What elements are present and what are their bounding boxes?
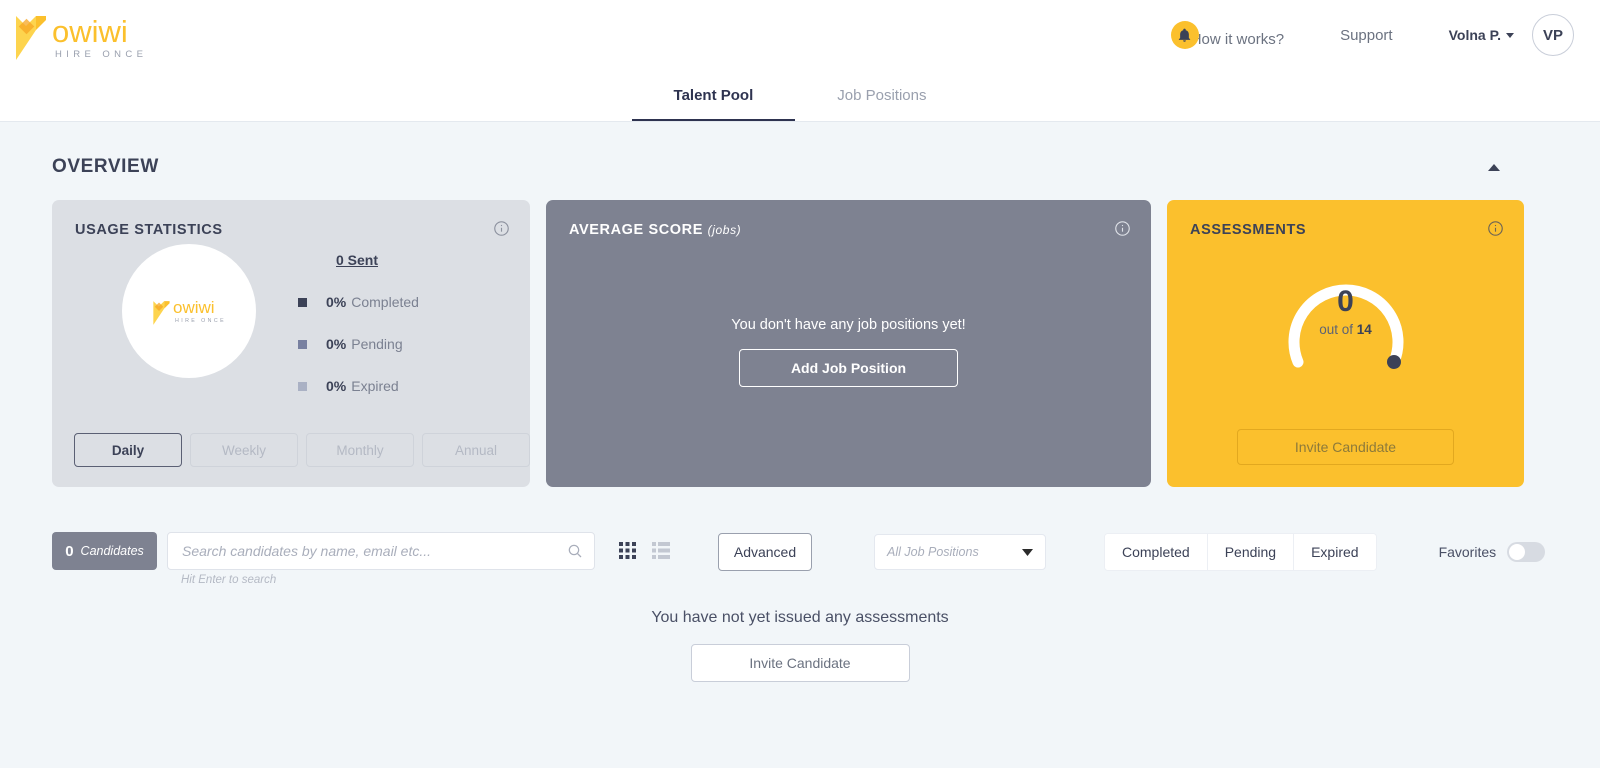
average-score-title-text: AVERAGE SCORE [569, 222, 704, 238]
status-filter-group: Completed Pending Expired [1104, 533, 1377, 571]
avatar[interactable]: VP [1532, 14, 1574, 56]
chevron-down-icon [1022, 545, 1033, 559]
info-icon[interactable] [493, 220, 510, 242]
status-completed-button[interactable]: Completed [1105, 534, 1208, 570]
usage-donut-chart: owiwi HIRE ONCE [122, 244, 256, 378]
search-hint-text: Hit Enter to search [181, 574, 277, 586]
header-right-cluster: How it works? Support Volna P. VP [1170, 0, 1574, 70]
legend-label-completed: Completed [351, 294, 419, 310]
owiwi-logo[interactable]: owiwi HIRE ONCE [14, 8, 147, 62]
usage-period-selector: Daily Weekly Monthly Annual [74, 433, 530, 467]
assessments-count-value: 0 [1337, 285, 1354, 318]
info-icon[interactable] [1487, 220, 1504, 242]
support-link[interactable]: Support [1340, 27, 1393, 44]
view-mode-switch [619, 542, 670, 564]
legend-percent-expired: 0% [326, 378, 347, 394]
legend-label-expired: Expired [351, 378, 399, 394]
invite-candidate-button[interactable]: Invite Candidate [690, 644, 910, 682]
main-tabs: Talent Pool Job Positions [0, 70, 1600, 122]
list-view-icon[interactable] [652, 542, 670, 564]
donut-logo-mark [153, 301, 170, 325]
average-score-card: AVERAGE SCORE (jobs) You don't have any … [546, 200, 1151, 487]
assessments-total-value: 14 [1356, 322, 1372, 337]
usage-legend: 0 Sent 0% Completed 0% Pending 0% Expire… [298, 244, 419, 394]
legend-swatch-expired [298, 381, 307, 391]
user-menu[interactable]: Volna P. [1449, 27, 1514, 43]
grid-view-icon[interactable] [619, 542, 636, 564]
assessments-empty-state: You have not yet issued any assessments … [0, 609, 1600, 682]
how-it-works-link[interactable]: How it works? [1191, 31, 1284, 48]
assessments-out-of: out of 14 [1276, 322, 1416, 337]
bell-icon[interactable] [1170, 21, 1199, 49]
legend-percent-completed: 0% [326, 294, 347, 310]
status-expired-button[interactable]: Expired [1294, 534, 1376, 570]
user-name-label: Volna P. [1448, 27, 1501, 43]
sent-count-link[interactable]: 0 Sent [336, 252, 419, 268]
overview-header: OVERVIEW [0, 122, 1600, 178]
favorites-filter: Favorites [1439, 542, 1546, 562]
empty-state-text: You have not yet issued any assessments [651, 609, 949, 626]
job-position-select[interactable]: All Job Positions [874, 534, 1046, 570]
top-header-bar: owiwi HIRE ONCE How it works? Support Vo… [0, 0, 1600, 70]
favorites-toggle[interactable] [1507, 542, 1546, 562]
assessments-out-of-prefix: out of [1319, 322, 1357, 337]
legend-label-pending: Pending [351, 336, 403, 352]
assessments-card: ASSESSMENTS 0 out of 14 Invite Candidate [1167, 200, 1524, 487]
legend-swatch-pending [298, 339, 307, 349]
logo-wordmark: owiwi [52, 14, 128, 49]
add-job-position-button[interactable]: Add Job Position [739, 348, 958, 387]
assessments-card-title: ASSESSMENTS [1190, 222, 1307, 238]
filter-toolbar: 0 Candidates Hit Enter to search [0, 487, 1600, 586]
status-pending-button[interactable]: Pending [1207, 534, 1295, 570]
search-area: Hit Enter to search [167, 532, 595, 586]
period-weekly-button[interactable]: Weekly [190, 433, 298, 467]
collapse-overview-caret-up-icon[interactable] [1488, 163, 1500, 171]
donut-logo-tagline: HIRE ONCE [174, 318, 227, 324]
period-monthly-button[interactable]: Monthly [306, 433, 414, 467]
average-score-card-title: AVERAGE SCORE (jobs) [569, 222, 741, 238]
favorites-toggle-knob [1509, 544, 1526, 560]
legend-item-expired: 0% Expired [298, 378, 419, 394]
legend-percent-pending: 0% [326, 336, 347, 352]
period-annual-button[interactable]: Annual [422, 433, 530, 467]
legend-item-completed: 0% Completed [298, 294, 419, 310]
overview-cards: USAGE STATISTICS owiwi HIRE ONCE 0 Sent … [0, 178, 1600, 487]
page-title: OVERVIEW [52, 156, 159, 177]
average-score-empty-state: You don't have any job positions yet! Ad… [546, 200, 1151, 487]
logo-tagline: HIRE ONCE [55, 49, 148, 60]
tab-job-positions[interactable]: Job Positions [795, 70, 968, 121]
donut-logo-wordmark: owiwi [172, 298, 215, 317]
average-score-empty-text: You don't have any job positions yet! [731, 316, 966, 333]
advanced-filter-button[interactable]: Advanced [718, 533, 812, 571]
search-icon[interactable] [567, 543, 583, 564]
candidates-count-number: 0 [65, 542, 74, 560]
tab-talent-pool[interactable]: Talent Pool [631, 70, 796, 121]
notifications-button[interactable] [1170, 21, 1199, 49]
search-input[interactable] [167, 532, 595, 570]
info-icon[interactable] [1114, 220, 1131, 242]
assessments-gauge: 0 out of 14 [1167, 258, 1524, 376]
legend-item-pending: 0% Pending [298, 336, 419, 352]
period-daily-button[interactable]: Daily [74, 433, 182, 467]
legend-swatch-completed [298, 297, 307, 307]
chevron-down-icon [1506, 32, 1514, 38]
candidates-count-label: Candidates [80, 544, 144, 558]
job-position-select-value: All Job Positions [887, 545, 979, 559]
average-score-title-sub: (jobs) [707, 223, 742, 237]
usage-card-title: USAGE STATISTICS [75, 222, 223, 238]
invite-candidate-card-button[interactable]: Invite Candidate [1237, 429, 1454, 465]
candidates-count-badge: 0 Candidates [52, 532, 157, 570]
owiwi-logo-mark [16, 16, 46, 60]
favorites-label: Favorites [1438, 544, 1497, 560]
usage-statistics-card: USAGE STATISTICS owiwi HIRE ONCE 0 Sent … [52, 200, 530, 487]
